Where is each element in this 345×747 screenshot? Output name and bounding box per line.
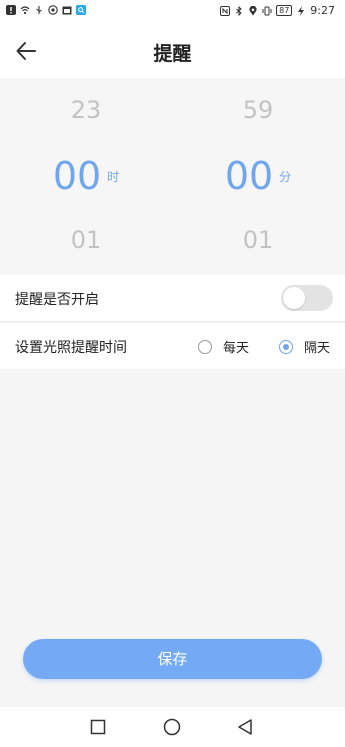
status-time: 9:27 [310, 4, 335, 17]
radio-checked-icon[interactable] [279, 339, 293, 354]
light-time-label: 设置光照提醒时间 [15, 340, 127, 356]
square-icon [90, 719, 106, 735]
hour-prev-value[interactable]: 23 [0, 96, 172, 124]
recent-apps-button[interactable] [88, 717, 108, 737]
hour-next-value[interactable]: 01 [0, 226, 172, 254]
reminder-toggle[interactable] [281, 285, 333, 311]
radio-unchecked-icon[interactable] [198, 339, 212, 354]
system-nav-bar [0, 707, 345, 747]
minute-next-value[interactable]: 01 [172, 226, 344, 254]
minute-prev-value[interactable]: 59 [172, 96, 344, 124]
usb-icon [36, 6, 42, 14]
hour-current: 00 时 [0, 154, 172, 198]
radio-option-alternate-day[interactable]: 隔天 [279, 337, 330, 356]
minute-current: 00 分 [172, 154, 344, 198]
triangle-back-icon [238, 719, 252, 735]
save-button[interactable]: 保存 [23, 639, 322, 679]
bluetooth-icon [236, 5, 242, 16]
hour-wheel[interactable]: 23 00 时 01 [0, 78, 172, 275]
alert-icon [6, 5, 16, 15]
radio-option-daily[interactable]: 每天 [198, 337, 249, 356]
app-notification-icon [76, 5, 86, 15]
status-bar: 87 9:27 [0, 0, 345, 24]
minute-wheel[interactable]: 59 00 分 01 [172, 78, 344, 275]
reminder-toggle-row: 提醒是否开启 [0, 275, 345, 322]
light-time-row: 设置光照提醒时间 每天 隔天 [0, 323, 345, 369]
battery-indicator: 87 [276, 5, 293, 16]
location-alert-icon [48, 5, 58, 15]
toggle-knob [283, 287, 305, 309]
circle-icon [163, 718, 181, 736]
radio-daily-label: 每天 [223, 341, 250, 356]
page-title: 提醒 [153, 43, 192, 65]
calendar-icon [62, 6, 72, 15]
status-right-icons: 87 9:27 [220, 4, 335, 17]
hour-unit-label: 时 [107, 169, 120, 184]
system-back-button[interactable] [235, 717, 255, 737]
minute-unit-label: 分 [279, 169, 292, 184]
header: 提醒 [0, 24, 345, 78]
wifi-icon [20, 6, 30, 15]
reminder-label: 提醒是否开启 [15, 292, 99, 308]
minute-current-value: 00 [224, 154, 274, 198]
time-picker: 23 00 时 01 59 00 分 01 [0, 78, 345, 275]
status-left-icons [6, 5, 86, 15]
hour-current-value: 00 [52, 154, 102, 198]
nfc-icon [220, 5, 231, 16]
location-icon [249, 5, 257, 15]
home-button[interactable] [162, 717, 182, 737]
charging-icon [298, 5, 305, 16]
vibrate-icon [262, 6, 272, 15]
radio-alternate-label: 隔天 [304, 341, 331, 356]
